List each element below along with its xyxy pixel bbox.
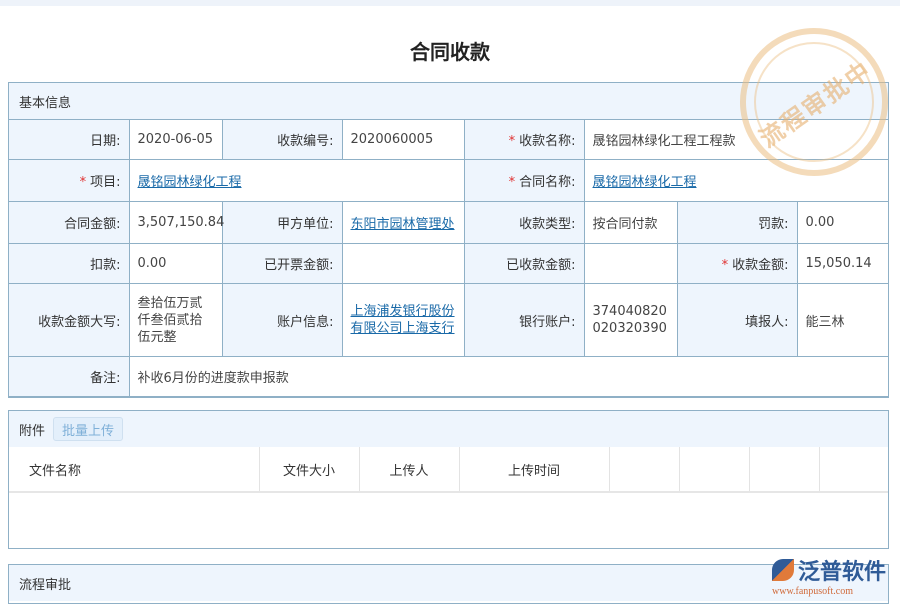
col-file-name: 文件名称: [9, 447, 259, 492]
logo-icon: [772, 559, 794, 581]
partya-label: 甲方单位:: [222, 202, 342, 244]
deduct-label: 扣款:: [9, 244, 129, 284]
project-link[interactable]: 晟铭园林绿化工程: [138, 175, 242, 190]
received-label: 已收款金额:: [464, 244, 584, 284]
no-value: 2020060005: [342, 120, 464, 160]
contract-link[interactable]: 晟铭园林绿化工程: [593, 175, 697, 190]
basic-info-table: 日期: 2020-06-05 收款编号: 2020060005 *收款名称: 晟…: [9, 119, 888, 397]
upper-label: 收款金额大写:: [9, 284, 129, 357]
deduct-value: 0.00: [129, 244, 222, 284]
col-empty: [679, 447, 749, 492]
top-bar: [0, 0, 900, 6]
col-empty: [749, 447, 819, 492]
account-label: 账户信息:: [222, 284, 342, 357]
reporter-label: 填报人:: [677, 284, 797, 357]
received-value: [584, 244, 677, 284]
recv-amount-label: *收款金额:: [677, 244, 797, 284]
upper-value: 叁拾伍万贰仟叁佰贰拾伍元整: [129, 284, 222, 357]
type-label: 收款类型:: [464, 202, 584, 244]
contract-label: *合同名称:: [464, 160, 584, 202]
fine-value: 0.00: [797, 202, 888, 244]
basic-info-header: 基本信息: [9, 83, 888, 119]
project-label: *项目:: [9, 160, 129, 202]
col-upload-time: 上传时间: [459, 447, 609, 492]
col-empty: [819, 447, 888, 492]
remark-value: 补收6月份的进度款申报款: [129, 357, 888, 397]
name-value: 晟铭园林绿化工程工程款: [584, 120, 888, 160]
amount-value: 3,507,150.84: [129, 202, 222, 244]
attachment-table: 文件名称 文件大小 上传人 上传时间: [9, 447, 888, 493]
date-value: 2020-06-05: [129, 120, 222, 160]
batch-upload-button[interactable]: 批量上传: [53, 417, 123, 441]
col-file-size: 文件大小: [259, 447, 359, 492]
no-label: 收款编号:: [222, 120, 342, 160]
col-uploader: 上传人: [359, 447, 459, 492]
partya-link[interactable]: 东阳市园林管理处: [351, 217, 455, 232]
bank-value: 374040820020320390: [584, 284, 677, 357]
bank-label: 银行账户:: [464, 284, 584, 357]
reporter-value: 能三林: [797, 284, 888, 357]
col-empty: [609, 447, 679, 492]
attachment-title: 附件: [19, 420, 45, 439]
page-title: 合同收款: [0, 36, 900, 65]
invoiced-value: [342, 244, 464, 284]
attachment-header: 附件 批量上传: [9, 411, 888, 447]
remark-label: 备注:: [9, 357, 129, 397]
attachment-panel: 附件 批量上传 文件名称 文件大小 上传人 上传时间: [8, 410, 889, 549]
flow-approval-header: 流程审批: [9, 565, 888, 601]
name-label: *收款名称:: [464, 120, 584, 160]
date-label: 日期:: [9, 120, 129, 160]
fine-label: 罚款:: [677, 202, 797, 244]
basic-info-panel: 基本信息 日期: 2020-06-05 收款编号: 2020060005 *收款…: [8, 82, 889, 398]
flow-approval-panel: 流程审批: [8, 564, 889, 604]
amount-label: 合同金额:: [9, 202, 129, 244]
recv-amount-value: 15,050.14: [797, 244, 888, 284]
type-value: 按合同付款: [584, 202, 677, 244]
invoiced-label: 已开票金额:: [222, 244, 342, 284]
brand-logo: 泛普软件 www.fanpusoft.com: [772, 554, 886, 597]
account-link[interactable]: 上海浦发银行股份有限公司上海支行: [351, 304, 455, 336]
